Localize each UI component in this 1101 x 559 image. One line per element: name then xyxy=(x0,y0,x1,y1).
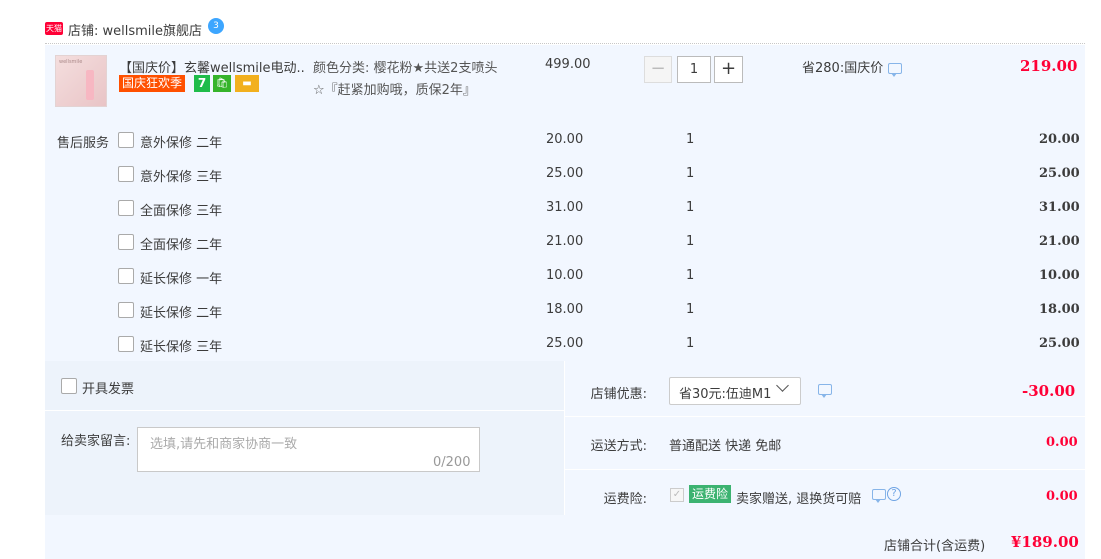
comment-icon[interactable] xyxy=(872,489,886,503)
service-checkbox[interactable] xyxy=(118,166,134,182)
insurance-description: 卖家赠送, 退换货可赔 xyxy=(736,492,862,507)
checkbox-box[interactable] xyxy=(118,132,134,148)
comment-icon[interactable] xyxy=(818,384,832,398)
service-qty: 1 xyxy=(686,302,695,317)
shipping-method: 普通配送 快递 免邮 xyxy=(669,439,782,454)
shipping-label: 运送方式: xyxy=(590,439,647,454)
after-sales-label: 售后服务 xyxy=(57,136,110,151)
service-price: 25.00 xyxy=(546,166,584,181)
service-name: 意外保修 二年 xyxy=(140,136,223,151)
shop-total-value: ¥189.00 xyxy=(1011,533,1079,551)
service-price: 21.00 xyxy=(546,234,584,249)
comment-icon[interactable] xyxy=(888,63,902,77)
coupon-discount: -30.00 xyxy=(1022,382,1076,400)
invoice-label[interactable]: 开具发票 xyxy=(82,378,134,397)
qty-decrease-button[interactable]: − xyxy=(644,56,672,83)
checkbox-box[interactable] xyxy=(118,302,134,318)
thumbnail-text: wellsmile xyxy=(59,59,83,65)
promo-tag: 国庆狂欢季 xyxy=(119,75,186,92)
seven-day-return-icon: 7 xyxy=(194,75,210,92)
shop-name-link[interactable]: 店铺: wellsmile旗舰店 xyxy=(68,20,202,39)
checkbox-box[interactable] xyxy=(118,234,134,250)
checkbox-box[interactable] xyxy=(118,268,134,284)
coupon-selected-value[interactable]: 省30元:伍迪M1 xyxy=(679,383,771,402)
service-qty: 1 xyxy=(686,200,695,215)
service-total: 10.00 xyxy=(1039,268,1080,283)
insurance-label: 运费险: xyxy=(603,492,647,507)
chat-seller-icon[interactable]: 3 xyxy=(208,18,224,34)
service-name: 意外保修 三年 xyxy=(140,170,223,185)
service-price: 10.00 xyxy=(546,268,584,283)
thumbnail-product-shape xyxy=(86,70,94,100)
checkbox-box[interactable] xyxy=(118,166,134,182)
checkbox-box[interactable] xyxy=(118,200,134,216)
service-price: 20.00 xyxy=(546,132,584,147)
service-price: 25.00 xyxy=(546,336,584,351)
message-label: 给卖家留言: xyxy=(61,434,131,449)
insurance-checkbox[interactable]: ✓ xyxy=(670,488,684,502)
service-name: 延长保修 二年 xyxy=(140,306,223,321)
service-checkbox[interactable] xyxy=(118,200,134,216)
insurance-badge: 运费险 xyxy=(689,485,732,503)
divider xyxy=(45,410,565,411)
service-total: 20.00 xyxy=(1039,132,1080,147)
service-total: 31.00 xyxy=(1039,200,1080,215)
service-name: 全面保修 三年 xyxy=(140,204,223,219)
unit-price: 499.00 xyxy=(545,57,591,72)
insurance-fee: 0.00 xyxy=(1046,489,1078,504)
shop-total-label: 店铺合计(含运费) xyxy=(884,539,986,554)
shipping-fee: 0.00 xyxy=(1046,435,1078,450)
qty-input[interactable]: 1 xyxy=(677,56,711,83)
divider xyxy=(564,361,565,515)
item-total: 219.00 xyxy=(1020,57,1078,75)
tmall-badge: 天猫 xyxy=(45,22,63,35)
message-char-count: 0/200 xyxy=(433,455,471,470)
invoice-checkbox[interactable] xyxy=(61,378,77,394)
service-qty: 1 xyxy=(686,234,695,249)
product-title-link[interactable]: 【国庆价】玄馨wellsmile电动... xyxy=(119,57,304,76)
coupon-label: 店铺优惠: xyxy=(590,387,647,402)
service-name: 延长保修 一年 xyxy=(140,272,223,287)
service-name: 延长保修 三年 xyxy=(140,340,223,355)
credit-card-icon: ▬ xyxy=(235,75,259,92)
help-icon[interactable]: ? xyxy=(887,487,901,501)
service-checkbox[interactable] xyxy=(118,336,134,352)
divider xyxy=(565,416,1085,417)
service-price: 31.00 xyxy=(546,200,584,215)
service-total: 18.00 xyxy=(1039,302,1080,317)
service-qty: 1 xyxy=(686,268,695,283)
divider xyxy=(565,469,1085,470)
message-placeholder[interactable]: 选填,请先和商家协商一致 xyxy=(150,433,297,452)
product-thumbnail[interactable]: wellsmile xyxy=(55,55,107,107)
service-qty: 1 xyxy=(686,132,695,147)
shopping-bag-icon: 🛍 xyxy=(213,75,231,92)
service-total: 21.00 xyxy=(1039,234,1080,249)
service-checkbox[interactable] xyxy=(118,234,134,250)
service-price: 18.00 xyxy=(546,302,584,317)
service-checkbox[interactable] xyxy=(118,302,134,318)
saving-text: 省280:国庆价 xyxy=(802,61,884,76)
qty-increase-button[interactable]: + xyxy=(714,56,743,83)
service-total: 25.00 xyxy=(1039,166,1080,181)
sku-color: 颜色分类: 樱花粉★共送2支喷头 xyxy=(313,61,498,76)
service-checkbox[interactable] xyxy=(118,268,134,284)
service-checkbox[interactable] xyxy=(118,132,134,148)
checkbox-box[interactable] xyxy=(61,378,77,394)
service-total: 25.00 xyxy=(1039,336,1080,351)
service-name: 全面保修 二年 xyxy=(140,238,223,253)
header-divider xyxy=(45,43,1085,44)
service-qty: 1 xyxy=(686,166,695,181)
service-qty: 1 xyxy=(686,336,695,351)
checkbox-box[interactable] xyxy=(118,336,134,352)
sku-note: ☆『赶紧加购哦，质保2年』 xyxy=(313,83,476,98)
